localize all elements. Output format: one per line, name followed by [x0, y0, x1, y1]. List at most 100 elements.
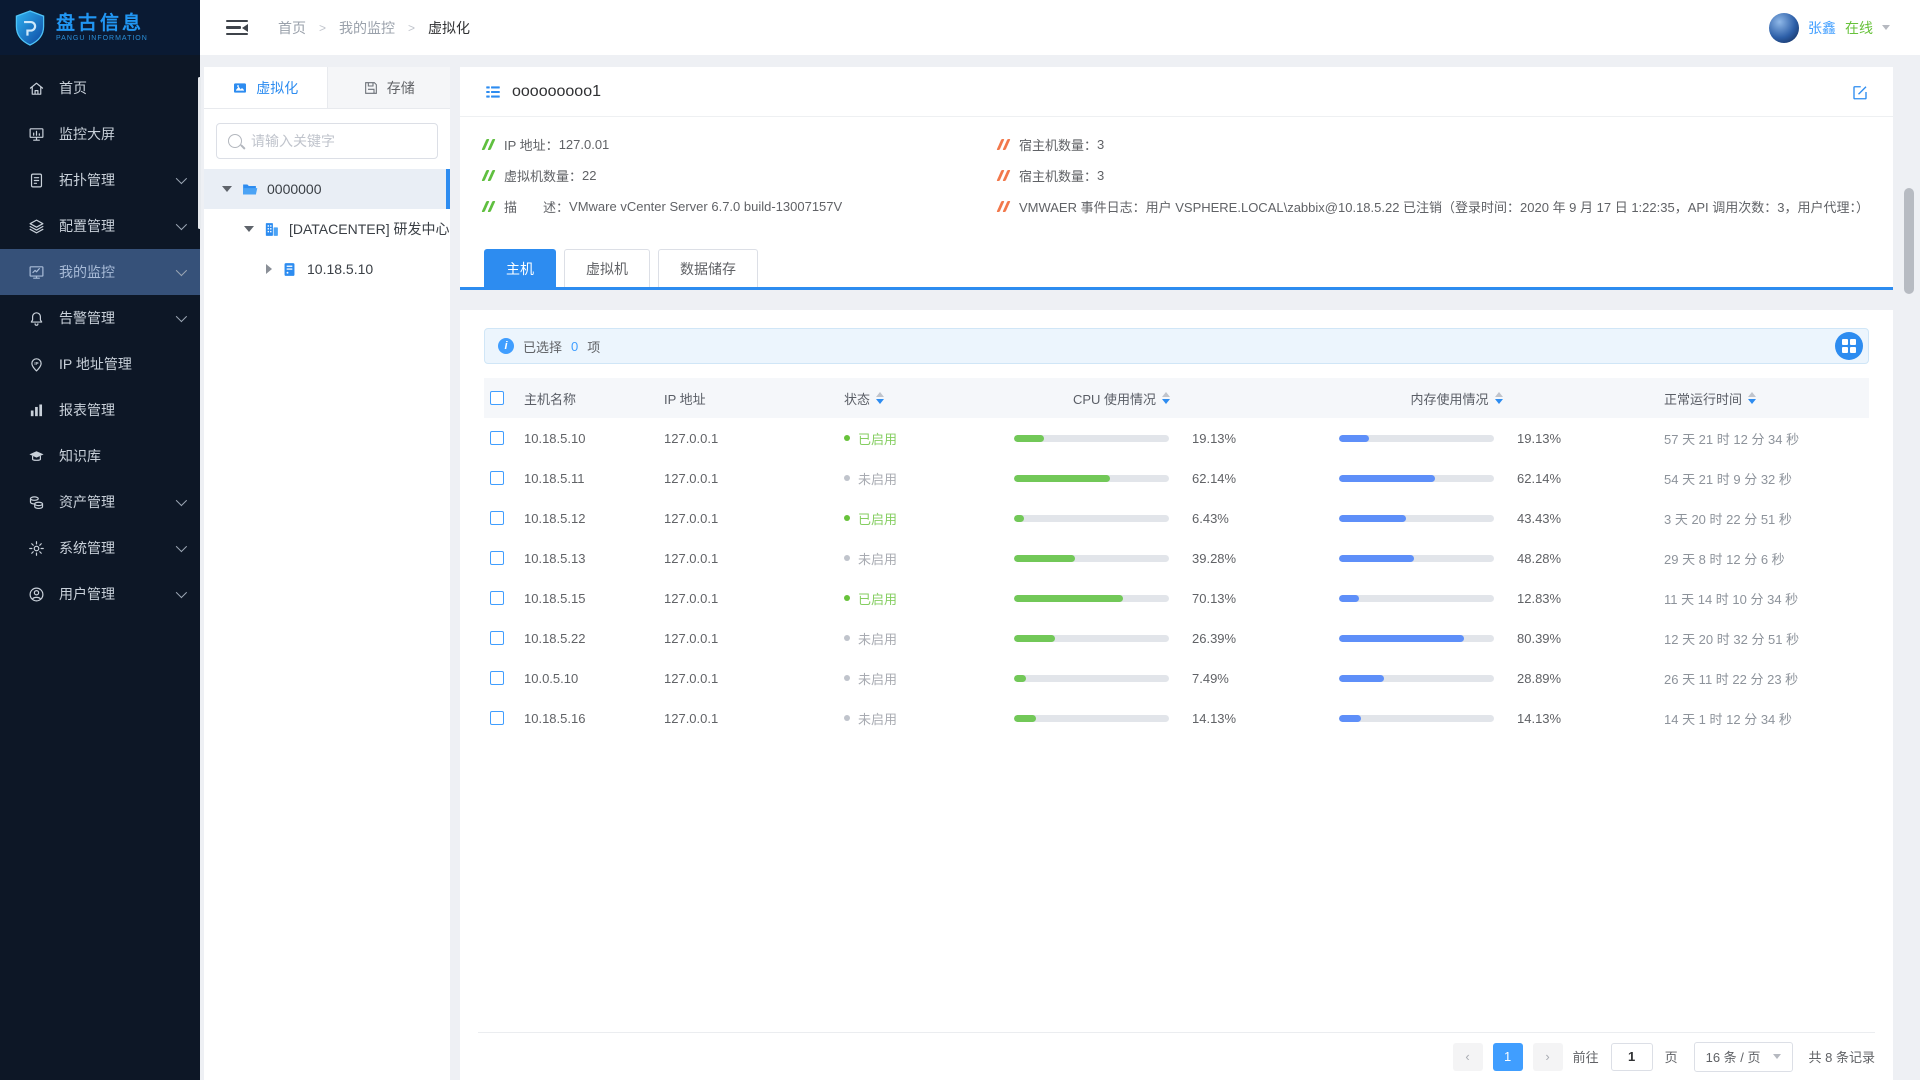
- page-size-select[interactable]: 16 条 / 页: [1694, 1042, 1793, 1072]
- row-checkbox[interactable]: [490, 591, 504, 605]
- caret-right-icon[interactable]: [266, 264, 272, 274]
- row-checkbox[interactable]: [490, 631, 504, 645]
- select-all-checkbox[interactable]: [490, 391, 504, 405]
- sidebar-item-0[interactable]: 首页: [0, 65, 200, 111]
- col-header-uptime[interactable]: 正常运行时间: [1664, 389, 1869, 408]
- col-header-memory[interactable]: 内存使用情况: [1294, 389, 1619, 408]
- breadcrumb-home[interactable]: 首页: [278, 18, 306, 38]
- row-checkbox[interactable]: [490, 671, 504, 685]
- goto-page-input[interactable]: 1: [1611, 1043, 1653, 1071]
- sidebar-item-1[interactable]: 监控大屏: [0, 111, 200, 157]
- tab-datastores[interactable]: 数据储存: [658, 249, 758, 287]
- page-scrollbar-thumb[interactable]: [1904, 188, 1914, 294]
- shield-icon: [13, 9, 47, 47]
- uptime: 29 天 8 时 12 分 6 秒: [1664, 549, 1869, 568]
- brand-subtitle: PANGU INFORMATION: [56, 35, 148, 42]
- tab-label: 虚拟化: [256, 78, 298, 98]
- collapse-menu-icon[interactable]: [226, 20, 248, 36]
- host-name[interactable]: 10.18.5.10: [524, 431, 664, 446]
- memory-usage-percent: 28.89%: [1509, 671, 1664, 686]
- tab-hosts[interactable]: 主机: [484, 249, 556, 287]
- cpu-usage-bar: [1014, 715, 1184, 722]
- host-name[interactable]: 10.18.5.13: [524, 551, 664, 566]
- sidebar-item-9[interactable]: 资产管理: [0, 479, 200, 525]
- host-name[interactable]: 10.18.5.15: [524, 591, 664, 606]
- chevron-down-icon: [176, 173, 187, 184]
- row-checkbox[interactable]: [490, 431, 504, 445]
- tree-node-datacenter[interactable]: [DATACENTER] 研发中心: [204, 209, 450, 249]
- next-page-button[interactable]: ›: [1533, 1043, 1563, 1071]
- sidebar-item-6[interactable]: IPIP 地址管理: [0, 341, 200, 387]
- sort-icon[interactable]: [1495, 392, 1503, 405]
- tab-virtual-machines[interactable]: 虚拟机: [564, 249, 650, 287]
- memory-usage-bar: [1339, 715, 1509, 722]
- sidebar-menu: 首页监控大屏拓扑管理配置管理我的监控告警管理IPIP 地址管理报表管理知识库资产…: [0, 55, 200, 617]
- grid-apps-button[interactable]: [1835, 332, 1863, 360]
- memory-usage-percent: 19.13%: [1509, 431, 1664, 446]
- prev-page-button[interactable]: ‹: [1453, 1043, 1483, 1071]
- avatar[interactable]: [1769, 13, 1799, 43]
- field-vm-count: 虚拟机数量：22: [484, 160, 999, 191]
- selection-unit: 项: [587, 337, 600, 356]
- row-checkbox[interactable]: [490, 711, 504, 725]
- sort-icon[interactable]: [1162, 392, 1170, 405]
- layers-icon: [28, 218, 59, 235]
- list-icon: [484, 83, 502, 101]
- breadcrumb-separator: >: [408, 21, 415, 35]
- col-header-name[interactable]: 主机名称: [524, 389, 664, 408]
- sidebar-scrollbar-thumb[interactable]: [198, 77, 201, 229]
- field-host-count-2: 宿主机数量：3: [999, 160, 1869, 191]
- sidebar-item-3[interactable]: 配置管理: [0, 203, 200, 249]
- tree-node-host[interactable]: 10.18.5.10: [204, 249, 450, 289]
- tab-storage[interactable]: 存储: [327, 67, 451, 108]
- col-header-ip[interactable]: IP 地址: [664, 389, 844, 408]
- sidebar-item-5[interactable]: 告警管理: [0, 295, 200, 341]
- sidebar-item-2[interactable]: 拓扑管理: [0, 157, 200, 203]
- status-badge: 已启用: [844, 589, 1014, 608]
- breadcrumb-separator: >: [319, 21, 326, 35]
- user-menu[interactable]: 张鑫 在线: [1769, 13, 1890, 43]
- row-checkbox[interactable]: [490, 551, 504, 565]
- col-header-cpu[interactable]: CPU 使用情况: [959, 389, 1284, 408]
- alarm-icon: [28, 310, 59, 327]
- host-name[interactable]: 10.0.5.10: [524, 671, 664, 686]
- sidebar-item-4[interactable]: 我的监控: [0, 249, 200, 295]
- edit-button[interactable]: [1851, 83, 1869, 101]
- sidebar-item-10[interactable]: 系统管理: [0, 525, 200, 571]
- host-ip: 127.0.0.1: [664, 671, 844, 686]
- brand-name: 盘古信息: [56, 13, 148, 35]
- table-row: 10.18.5.11127.0.0.1未启用62.14%62.14%54 天 2…: [484, 458, 1869, 498]
- hosts-table-card: i 已选择 0 项 主机名称 IP 地址 状态 CPU 使用情况 内存使用情况 …: [460, 310, 1893, 1080]
- tree-search-input[interactable]: 请输入关键字: [216, 123, 438, 159]
- cpu-usage-percent: 62.14%: [1184, 471, 1339, 486]
- current-page-button[interactable]: 1: [1493, 1043, 1523, 1071]
- host-ip: 127.0.0.1: [664, 431, 844, 446]
- selection-count: 0: [571, 339, 578, 354]
- sidebar-item-8[interactable]: 知识库: [0, 433, 200, 479]
- table-row: 10.18.5.15127.0.0.1已启用70.13%12.83%11 天 1…: [484, 578, 1869, 618]
- vcenter-detail-card: ooooooooo1 IP 地址：127.0.01 虚拟机数量：22 描 述：V…: [460, 67, 1893, 290]
- host-name[interactable]: 10.18.5.16: [524, 711, 664, 726]
- breadcrumb-monitor[interactable]: 我的监控: [339, 18, 395, 38]
- status-dot-icon: [844, 515, 850, 521]
- sidebar-item-label: 报表管理: [59, 400, 115, 420]
- selection-banner: i 已选择 0 项: [484, 328, 1869, 364]
- row-checkbox[interactable]: [490, 511, 504, 525]
- sort-icon[interactable]: [1748, 392, 1756, 405]
- host-name[interactable]: 10.18.5.11: [524, 471, 664, 486]
- host-name[interactable]: 10.18.5.12: [524, 511, 664, 526]
- goto-label: 前往: [1573, 1047, 1599, 1066]
- sidebar-item-7[interactable]: 报表管理: [0, 387, 200, 433]
- sidebar-item-11[interactable]: 用户管理: [0, 571, 200, 617]
- chevron-down-icon: [176, 219, 187, 230]
- row-checkbox[interactable]: [490, 471, 504, 485]
- status-badge: 未启用: [844, 629, 1014, 648]
- field-host-count-1: 宿主机数量：3: [999, 129, 1869, 160]
- tree-node-root[interactable]: 0000000: [204, 169, 450, 209]
- cpu-usage-bar: [1014, 555, 1184, 562]
- tab-virtualization[interactable]: 虚拟化: [204, 67, 327, 108]
- host-name[interactable]: 10.18.5.22: [524, 631, 664, 646]
- caret-down-icon[interactable]: [222, 186, 232, 192]
- sort-icon[interactable]: [876, 392, 884, 405]
- caret-down-icon[interactable]: [244, 226, 254, 232]
